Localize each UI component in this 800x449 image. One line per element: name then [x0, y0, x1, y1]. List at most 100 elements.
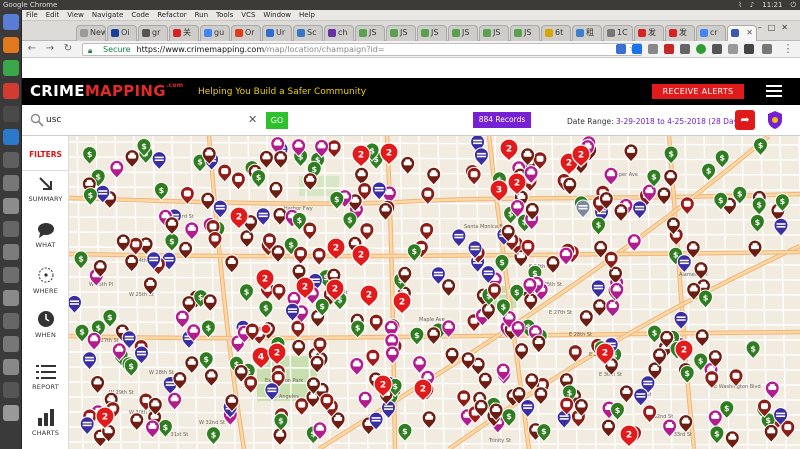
- close-tab-icon[interactable]: ✕: [746, 26, 753, 40]
- extension-icon[interactable]: [632, 44, 642, 54]
- browser-tab[interactable]: JS: [386, 25, 416, 41]
- sidebar-item-charts[interactable]: CHARTS: [22, 408, 69, 437]
- sidebar-item-summary[interactable]: SUMMARY: [22, 176, 69, 203]
- launcher-app-icon[interactable]: [3, 60, 19, 76]
- share-arrow-icon[interactable]: ➦: [735, 110, 755, 130]
- extension-icon[interactable]: [616, 44, 626, 54]
- browser-tab[interactable]: 1C: [603, 25, 633, 41]
- address-bar[interactable]: 🔒︎ Secure https://www.crimemapping.com/ma…: [82, 43, 642, 56]
- ide-menu-item[interactable]: Code: [127, 10, 153, 20]
- browser-tab[interactable]: JS: [479, 25, 509, 41]
- browser-tab[interactable]: JS: [417, 25, 447, 41]
- browser-tab[interactable]: 租: [572, 25, 602, 41]
- browser-tab[interactable]: Ur: [262, 25, 292, 41]
- launcher-app-icon[interactable]: [3, 267, 19, 283]
- browser-navbar: ← → ↻ 🔒︎ Secure https://www.crimemapping.…: [22, 41, 800, 58]
- police-badge-icon[interactable]: [766, 110, 784, 130]
- back-icon[interactable]: ←: [26, 43, 38, 55]
- browser-tab[interactable]: gr: [138, 25, 168, 41]
- search-input[interactable]: [46, 112, 266, 128]
- go-button[interactable]: GO: [266, 112, 288, 129]
- browser-tab[interactable]: 关: [169, 25, 199, 41]
- ide-menu-item[interactable]: VCS: [237, 10, 259, 20]
- extension-icon[interactable]: [762, 44, 772, 54]
- volume-icon[interactable]: ♪: [750, 0, 754, 10]
- browser-tab[interactable]: JS: [510, 25, 540, 41]
- sidebar-item-where[interactable]: WHERE: [22, 266, 69, 295]
- date-range[interactable]: Date Range: 3-29-2018 to 4-25-2018 (28 D…: [567, 117, 745, 126]
- sidebar-item-when[interactable]: WHEN: [22, 310, 69, 339]
- browser-tab[interactable]: JS: [448, 25, 478, 41]
- clear-search-icon[interactable]: ✕: [248, 113, 257, 126]
- browser-tab[interactable]: ch: [324, 25, 354, 41]
- ide-menu-item[interactable]: Help: [295, 10, 319, 20]
- launcher-app-icon[interactable]: [3, 83, 19, 99]
- ide-menu-item[interactable]: Run: [191, 10, 212, 20]
- browser-tab[interactable]: 发: [634, 25, 664, 41]
- extension-icon[interactable]: [696, 44, 706, 54]
- receive-alerts-button[interactable]: RECEIVE ALERTS: [652, 84, 744, 99]
- window-controls[interactable]: –□✕: [758, 23, 794, 32]
- launcher-app-icon[interactable]: [3, 152, 19, 168]
- ide-menu-item[interactable]: Navigate: [88, 10, 127, 20]
- records-count-badge[interactable]: 884 Records: [473, 112, 531, 128]
- launcher-app-icon[interactable]: [3, 336, 19, 352]
- ide-menu-item[interactable]: Window: [259, 10, 295, 20]
- launcher-app-icon[interactable]: [3, 106, 19, 122]
- launcher-app-icon[interactable]: [3, 14, 19, 30]
- launcher-app-icon[interactable]: [3, 175, 19, 191]
- browser-tab[interactable]: JS: [355, 25, 385, 41]
- launcher-app-icon[interactable]: [3, 221, 19, 237]
- power-icon[interactable]: ⏻: [790, 0, 796, 10]
- launcher-app-icon[interactable]: [3, 290, 19, 306]
- browser-tab[interactable]: New: [76, 25, 106, 41]
- launcher-app-icon[interactable]: [3, 198, 19, 214]
- browser-tab[interactable]: Oi: [107, 25, 137, 41]
- os-clock[interactable]: 11:21: [762, 0, 782, 10]
- extension-icon[interactable]: [648, 44, 658, 54]
- reload-icon[interactable]: ↻: [62, 43, 74, 55]
- browser-tab[interactable]: cr: [696, 25, 726, 41]
- crime-map[interactable]: W 23rd StW 24th StW 25th PlW 25th StW 27…: [69, 136, 800, 449]
- sidebar-item-what[interactable]: WHAT: [22, 222, 69, 249]
- launcher-app-icon[interactable]: [3, 37, 19, 53]
- browser-tab[interactable]: gu: [200, 25, 230, 41]
- extension-icon[interactable]: [744, 44, 754, 54]
- extension-icon[interactable]: [680, 44, 690, 54]
- browser-tab[interactable]: Or: [231, 25, 261, 41]
- launcher-app-icon[interactable]: [3, 382, 19, 398]
- search-location-marker[interactable]: [260, 323, 272, 335]
- launcher-app-icon[interactable]: [3, 313, 19, 329]
- site-logo[interactable]: CRIMEMAPPING.com: [30, 82, 183, 100]
- date-range-label: Date Range:: [567, 117, 614, 126]
- launcher-app-icon[interactable]: [3, 244, 19, 260]
- launcher-app-icon[interactable]: [3, 405, 19, 421]
- forward-icon[interactable]: →: [44, 43, 56, 55]
- hamburger-menu-icon[interactable]: [766, 85, 782, 97]
- filters-label[interactable]: FILTERS: [22, 150, 69, 159]
- browser-tab[interactable]: ✕: [727, 25, 757, 41]
- ide-menu-item[interactable]: Edit: [42, 10, 64, 20]
- browser-tab[interactable]: 6t: [541, 25, 571, 41]
- extension-icon[interactable]: [664, 44, 674, 54]
- arrest-icon: [149, 256, 159, 259]
- extension-icon[interactable]: [728, 44, 738, 54]
- ide-menu-item[interactable]: Refactor: [153, 10, 190, 20]
- launcher-app-icon[interactable]: [3, 359, 19, 375]
- ide-menu-item[interactable]: File: [22, 10, 42, 20]
- chrome-menu-icon[interactable]: ⋮: [782, 43, 794, 55]
- launcher-app-icon[interactable]: [3, 129, 19, 145]
- tab-favicon-icon: [700, 29, 708, 37]
- arrest-icon: [374, 187, 384, 189]
- browser-tab[interactable]: Sc: [293, 25, 323, 41]
- car-icon: [516, 254, 525, 259]
- sidebar-item-report[interactable]: REPORT: [22, 364, 69, 391]
- car-roof-icon: [606, 422, 611, 425]
- map-canvas[interactable]: W 23rd StW 24th StW 25th PlW 25th StW 27…: [69, 136, 800, 449]
- ide-menu-item[interactable]: View: [63, 10, 88, 20]
- wifi-icon[interactable]: ⌇: [738, 0, 741, 10]
- fist-icon: [363, 226, 371, 233]
- extension-icon[interactable]: [712, 44, 722, 54]
- ide-menu-item[interactable]: Tools: [212, 10, 237, 20]
- browser-tab[interactable]: 发: [665, 25, 695, 41]
